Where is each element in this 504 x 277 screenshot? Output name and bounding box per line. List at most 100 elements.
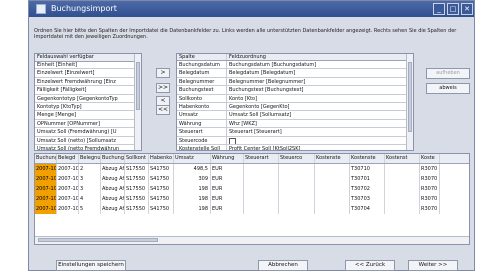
preview-column-header[interactable]: Habenko xyxy=(149,154,174,163)
preview-column-header[interactable]: Steuerco xyxy=(279,154,315,163)
preview-cell[interactable]: Abzug Af xyxy=(101,174,125,184)
preview-cell[interactable] xyxy=(385,164,420,174)
mapping-row[interactable]: Sollkonto Konto [Kto] xyxy=(177,94,406,103)
available-field-item[interactable]: Menge [Menge] xyxy=(35,111,134,120)
scroll-thumb[interactable] xyxy=(408,62,412,132)
preview-cell[interactable]: R3070 xyxy=(420,204,440,214)
preview-cell[interactable]: 2007-10-1 xyxy=(57,194,79,204)
preview-cell[interactable]: 198 xyxy=(174,194,211,204)
preview-cell[interactable] xyxy=(279,194,315,204)
remove-all-button[interactable]: << xyxy=(156,105,170,115)
preview-column-header[interactable]: Kostenste xyxy=(350,154,385,163)
preview-cell[interactable] xyxy=(279,204,315,214)
add-field-button[interactable]: > xyxy=(156,68,170,78)
preview-cell[interactable]: 198 xyxy=(174,184,211,194)
mapping-feld[interactable]: Steuerart [Steuerart] xyxy=(227,128,406,135)
scroll-thumb[interactable] xyxy=(136,62,140,110)
maximize-icon[interactable]: □ xyxy=(447,3,459,15)
preview-column-header[interactable]: Belegnur xyxy=(79,154,101,163)
mapping-scrollbar[interactable] xyxy=(406,54,413,150)
preview-cell[interactable]: EUR xyxy=(211,174,244,184)
mapping-row[interactable]: Belegnummer Belegnummer [Belegnummer] xyxy=(177,77,406,87)
preview-column-header[interactable]: Umsatz xyxy=(174,154,211,163)
preview-cell[interactable] xyxy=(385,194,420,204)
available-field-item[interactable]: Umsatz Soll (netto) [Sollumsatz xyxy=(35,137,134,145)
preview-row[interactable]: 2007-10-2007-10-14Abzug AfS17550S4175019… xyxy=(35,194,469,204)
preview-cell[interactable] xyxy=(244,164,279,174)
preview-cell[interactable] xyxy=(315,204,350,214)
available-field-item[interactable]: Einzelwert Fremdwährung [Einz xyxy=(35,78,134,87)
mapping-feld[interactable]: Whz [WKZ] xyxy=(227,120,406,127)
preview-cell[interactable]: EUR xyxy=(211,184,244,194)
cancel-button[interactable]: Abbrechen xyxy=(258,260,308,271)
preview-cell[interactable]: 2007-10- xyxy=(35,204,57,214)
available-field-item[interactable]: Umsatz Soll (netto Fremdwährun xyxy=(35,145,134,150)
mapping-row[interactable]: Habenkonto Gegenkonto [GegenKto] xyxy=(177,102,406,112)
preview-cell[interactable]: 4 xyxy=(79,194,101,204)
preview-cell[interactable]: Abzug Af xyxy=(101,204,125,214)
preview-row[interactable]: 2007-10-2007-10-13Abzug AfS17550S4175019… xyxy=(35,184,469,194)
mapping-row[interactable]: Buchungstext Buchungstext [Buchungstext] xyxy=(177,86,406,95)
preview-column-header[interactable]: Buchung xyxy=(101,154,125,163)
available-fields-scrollbar[interactable] xyxy=(134,54,141,150)
preview-cell[interactable]: S17550 xyxy=(125,164,149,174)
preview-cell[interactable]: 5 xyxy=(79,204,101,214)
preview-cell[interactable] xyxy=(385,184,420,194)
mapping-row[interactable]: Umsatz Umsatz Soll [Sollumsatz] xyxy=(177,111,406,120)
preview-cell[interactable]: 2007-10- xyxy=(35,194,57,204)
preview-cell[interactable]: T30702 xyxy=(350,184,385,194)
preview-hscrollbar[interactable] xyxy=(35,236,469,244)
mapping-feld[interactable]: Buchungstext [Buchungstext] xyxy=(227,86,406,93)
preview-cell[interactable]: S17550 xyxy=(125,194,149,204)
add-all-button[interactable]: >> xyxy=(156,83,170,93)
mapping-field-checkbox[interactable] xyxy=(227,137,406,144)
preview-cell[interactable]: T30703 xyxy=(350,194,385,204)
mapping-feld[interactable]: Gegenkonto [GegenKto] xyxy=(227,103,406,110)
mapping-list[interactable]: Spalte Feldzuordnung Buchungsdatum Buchun… xyxy=(176,53,414,151)
preview-cell[interactable]: EUR xyxy=(211,204,244,214)
preview-cell[interactable]: S17550 xyxy=(125,174,149,184)
preview-column-header[interactable]: Steuerart xyxy=(244,154,279,163)
preview-cell[interactable]: S41750 xyxy=(149,174,174,184)
title-bar[interactable]: Buchungsimport _ □ ✕ xyxy=(29,1,474,17)
mapping-feld[interactable]: Profit Center Soll [KtSoll2SK] xyxy=(227,145,406,150)
mapping-row[interactable]: Belegdatum Belegdatum [Belegdatum] xyxy=(177,69,406,78)
preview-cell[interactable]: T30704 xyxy=(350,204,385,214)
preview-column-header[interactable]: Kostenst xyxy=(385,154,420,163)
preview-cell[interactable]: S17550 xyxy=(125,184,149,194)
back-button[interactable]: << Zurück xyxy=(345,260,395,271)
scroll-thumb[interactable] xyxy=(38,238,158,242)
mapping-row[interactable]: Steuerart Steuerart [Steuerart] xyxy=(177,128,406,137)
preview-cell[interactable]: Abzug Af xyxy=(101,194,125,204)
save-settings-button[interactable]: Einstellungen speichern xyxy=(56,260,126,271)
preview-cell[interactable]: 2007-10- xyxy=(35,164,57,174)
preview-cell[interactable]: R3070 xyxy=(420,164,440,174)
preview-column-header[interactable]: Belegd xyxy=(57,154,79,163)
available-field-item[interactable]: Umsatz Soll (Fremdwährung) [U xyxy=(35,128,134,137)
available-field-item[interactable]: Einzelwert [Einzelwert] xyxy=(35,69,134,78)
preview-cell[interactable]: EUR xyxy=(211,194,244,204)
preview-cell[interactable]: T30710 xyxy=(350,164,385,174)
mapping-feld[interactable]: Belegnummer [Belegnummer] xyxy=(227,78,406,85)
preview-cell[interactable]: Abzug Af xyxy=(101,164,125,174)
preview-cell[interactable]: EUR xyxy=(211,164,244,174)
preview-cell[interactable]: 2007-10- xyxy=(35,174,57,184)
preview-cell[interactable]: 3 xyxy=(79,174,101,184)
preview-cell[interactable] xyxy=(315,184,350,194)
preview-column-header[interactable]: Koste xyxy=(420,154,440,163)
preview-cell[interactable] xyxy=(315,194,350,204)
available-field-item[interactable]: OPNummer [OPNummer] xyxy=(35,120,134,129)
next-button[interactable]: Weiter >> xyxy=(408,260,458,271)
preview-grid[interactable]: Buchung Belegd Belegnur Buchung Sollkont Habe… xyxy=(34,153,470,245)
preview-cell[interactable]: 2007-10-1 xyxy=(57,164,79,174)
preview-cell[interactable] xyxy=(244,174,279,184)
aufheben-button[interactable]: aufheben xyxy=(426,68,470,79)
preview-column-header[interactable]: Buchung xyxy=(35,154,57,163)
preview-cell[interactable]: S41750 xyxy=(149,194,174,204)
mapping-feld[interactable]: Konto [Kto] xyxy=(227,95,406,102)
preview-cell[interactable] xyxy=(385,174,420,184)
available-field-item[interactable]: Kontotyp [KtoTyp] xyxy=(35,103,134,112)
mapping-feld[interactable]: Umsatz Soll [Sollumsatz] xyxy=(227,111,406,118)
preview-cell[interactable]: 2 xyxy=(79,164,101,174)
available-fields-list[interactable]: Feldauswahl verfügbar Einheit [Einheit] E… xyxy=(34,53,142,151)
